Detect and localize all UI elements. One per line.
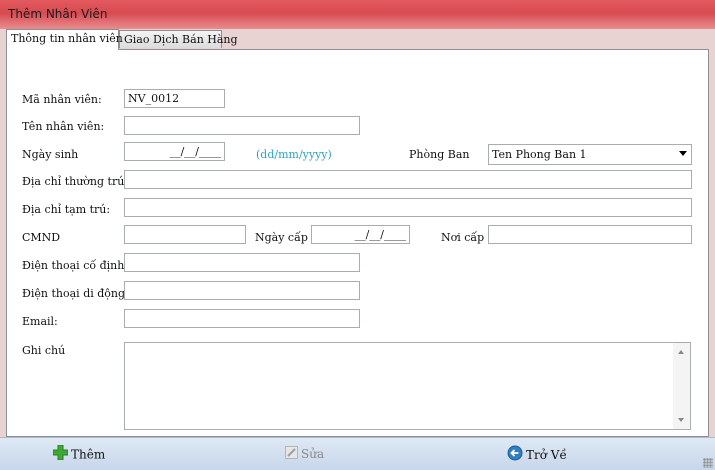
add-button[interactable]: Thêm bbox=[52, 444, 106, 465]
birth-date-field[interactable]: __/__/____ bbox=[124, 142, 225, 161]
issue-date-label: Ngày cấp bbox=[255, 231, 308, 244]
employee-id-field[interactable]: NV_0012 bbox=[124, 89, 225, 108]
landline-field[interactable] bbox=[124, 253, 360, 272]
window-title: Thêm Nhân Viên bbox=[8, 7, 108, 21]
back-button-label: Trở Về bbox=[526, 448, 567, 462]
resize-grip-icon[interactable] bbox=[703, 458, 713, 468]
temporary-address-label: Địa chỉ tạm trú: bbox=[22, 203, 111, 216]
mobile-field[interactable] bbox=[124, 281, 360, 300]
issue-date-field[interactable]: __/__/____ bbox=[311, 225, 410, 244]
birth-date-label: Ngày sinh bbox=[22, 148, 79, 161]
permanent-address-label: Địa chỉ thường trú: bbox=[22, 175, 129, 188]
add-button-label: Thêm bbox=[71, 447, 106, 462]
back-button[interactable]: Trở Về bbox=[507, 445, 567, 463]
department-select-value: Ten Phong Ban 1 bbox=[492, 148, 587, 161]
edit-button[interactable]: Sửa bbox=[285, 445, 324, 463]
issue-place-label: Nơi cấp bbox=[441, 231, 485, 244]
tab-sales-transactions[interactable]: Giao Dịch Bán Hàng bbox=[119, 30, 238, 48]
employee-id-label: Mã nhân viên: bbox=[22, 93, 102, 106]
issue-place-field[interactable] bbox=[488, 225, 692, 244]
department-label: Phòng Ban bbox=[409, 148, 470, 161]
pencil-icon bbox=[285, 445, 298, 464]
plus-icon bbox=[52, 444, 69, 465]
bottom-toolbar bbox=[0, 437, 715, 470]
landline-label: Điện thoại cố định bbox=[22, 259, 125, 272]
scroll-up-icon[interactable] bbox=[678, 350, 684, 354]
edit-button-label: Sửa bbox=[301, 447, 325, 461]
id-card-label: CMND bbox=[22, 231, 61, 244]
employee-name-label: Tên nhân viên: bbox=[22, 120, 105, 133]
scroll-down-icon[interactable] bbox=[678, 418, 684, 422]
email-field[interactable] bbox=[124, 309, 360, 328]
department-select[interactable]: Ten Phong Ban 1 bbox=[488, 144, 692, 165]
email-label: Email: bbox=[22, 315, 58, 328]
permanent-address-field[interactable] bbox=[124, 170, 692, 189]
chevron-down-icon bbox=[679, 151, 687, 156]
title-bar[interactable]: Thêm Nhân Viên bbox=[0, 0, 715, 29]
employee-name-field[interactable] bbox=[124, 116, 360, 135]
tab-employee-info[interactable]: Thông tin nhân viên bbox=[6, 29, 123, 50]
back-arrow-icon bbox=[507, 445, 523, 466]
mobile-label: Điện thoại di động bbox=[22, 287, 126, 300]
notes-label: Ghi chú bbox=[22, 344, 66, 357]
notes-textarea[interactable] bbox=[124, 342, 691, 430]
id-card-field[interactable] bbox=[124, 225, 246, 244]
date-format-hint: (dd/mm/yyyy) bbox=[256, 148, 332, 161]
temporary-address-field[interactable] bbox=[124, 198, 692, 217]
notes-scrollbar[interactable] bbox=[673, 343, 690, 429]
